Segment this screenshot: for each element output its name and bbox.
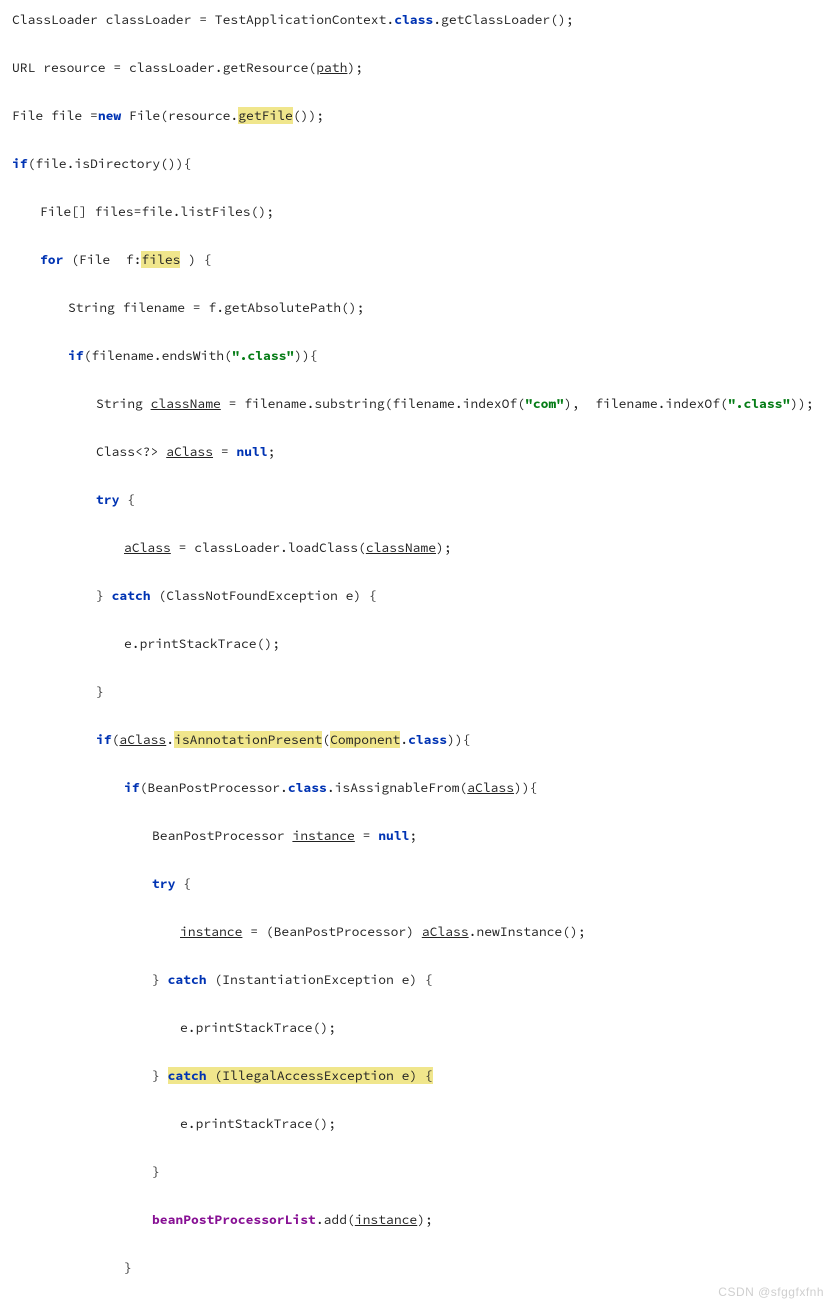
code-line: try { (12, 488, 826, 512)
code-line: if(BeanPostProcessor.class.isAssignableF… (12, 776, 826, 800)
code-line: e.printStackTrace(); (12, 632, 826, 656)
code-line: e.printStackTrace(); (12, 1016, 826, 1040)
code-line: Class<?> aClass = null; (12, 440, 826, 464)
code-line: ClassLoader classLoader = TestApplicatio… (12, 8, 826, 32)
code-line: if(filename.endsWith(".class")){ (12, 344, 826, 368)
code-line: e.printStackTrace(); (12, 1112, 826, 1136)
code-line: for (File f:files ) { (12, 248, 826, 272)
code-line: if(file.isDirectory()){ (12, 152, 826, 176)
code-line: URL resource = classLoader.getResource(p… (12, 56, 826, 80)
code-line: beanPostProcessorList.add(instance); (12, 1208, 826, 1232)
code-line: String className = filename.substring(fi… (12, 392, 826, 416)
code-line: aClass = classLoader.loadClass(className… (12, 536, 826, 560)
code-line: } catch (ClassNotFoundException e) { (12, 584, 826, 608)
watermark: CSDN @sfggfxfnh (718, 1280, 824, 1304)
code-line: } catch (IllegalAccessException e) { (12, 1064, 826, 1088)
code-line: } catch (InstantiationException e) { (12, 968, 826, 992)
code-line: if(aClass.isAnnotationPresent(Component.… (12, 728, 826, 752)
code-line: String filename = f.getAbsolutePath(); (12, 296, 826, 320)
code-line: File file =new File(resource.getFile()); (12, 104, 826, 128)
code-line: BeanPostProcessor instance = null; (12, 824, 826, 848)
code-line: instance = (BeanPostProcessor) aClass.ne… (12, 920, 826, 944)
code-line: } (12, 1160, 826, 1184)
code-block: ClassLoader classLoader = TestApplicatio… (12, 8, 826, 1304)
code-line: try { (12, 872, 826, 896)
code-line: } (12, 680, 826, 704)
code-line: } (12, 1256, 826, 1280)
code-line: File[] files=file.listFiles(); (12, 200, 826, 224)
